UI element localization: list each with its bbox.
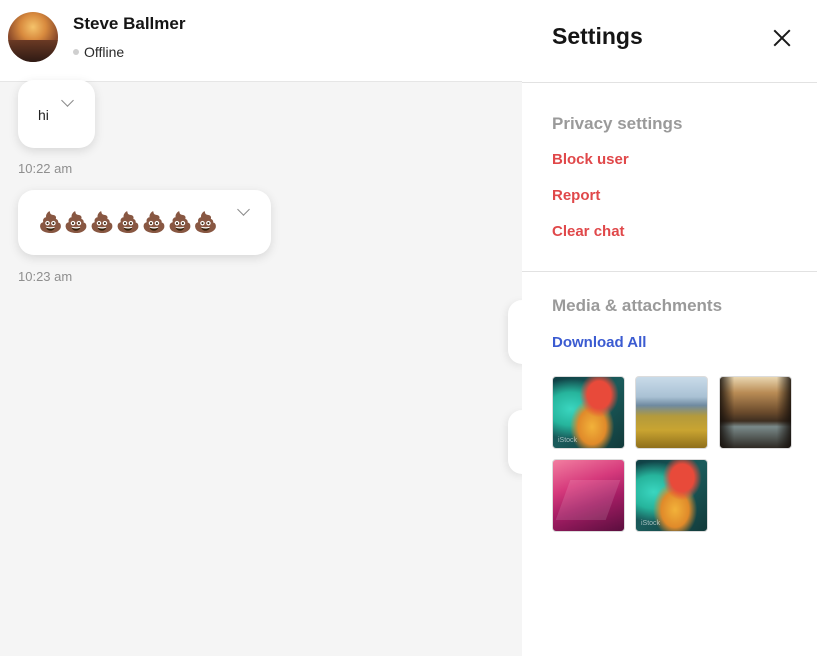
message-timestamp: 10:22 am: [18, 161, 73, 176]
media-thumbnail-abstract-art[interactable]: iStock: [635, 459, 708, 532]
thumbnail-watermark: iStock: [641, 520, 661, 527]
message-bubble[interactable]: 💩💩💩💩💩💩💩: [18, 190, 271, 255]
privacy-settings-heading: Privacy settings: [552, 114, 683, 133]
chat-header: Steve Ballmer Offline: [0, 0, 522, 82]
thumbnail-watermark: iStock: [558, 437, 578, 444]
media-thumbnail-pink-abstract[interactable]: [552, 459, 625, 532]
settings-title: Settings: [552, 23, 643, 49]
media-thumbnail-abstract-art[interactable]: iStock: [552, 376, 625, 449]
chevron-down-icon[interactable]: [61, 94, 74, 107]
media-thumbnail-forest[interactable]: [635, 376, 708, 449]
media-attachments-heading: Media & attachments: [552, 296, 723, 315]
close-icon[interactable]: [770, 26, 794, 50]
message-text: 💩💩💩💩💩💩💩: [38, 210, 220, 234]
block-user-button[interactable]: Block user: [552, 151, 629, 168]
divider: [522, 271, 817, 272]
download-all-link[interactable]: Download All: [552, 334, 646, 351]
divider: [522, 82, 817, 83]
chevron-down-icon[interactable]: [237, 203, 250, 216]
settings-panel: Settings Privacy settings Block user Rep…: [522, 0, 817, 656]
message-timestamp: 10:23 am: [18, 269, 73, 284]
clear-chat-button[interactable]: Clear chat: [552, 223, 625, 240]
status-text: Offline: [84, 44, 125, 60]
contact-name[interactable]: Steve Ballmer: [73, 14, 185, 34]
media-thumbnail-lake[interactable]: [719, 376, 792, 449]
status-dot-icon: [73, 49, 79, 55]
report-button[interactable]: Report: [552, 187, 600, 204]
avatar[interactable]: [8, 12, 58, 62]
message-bubble[interactable]: hi: [18, 80, 95, 148]
avatar-cityscape: [8, 40, 58, 62]
message-text: hi: [38, 107, 49, 123]
